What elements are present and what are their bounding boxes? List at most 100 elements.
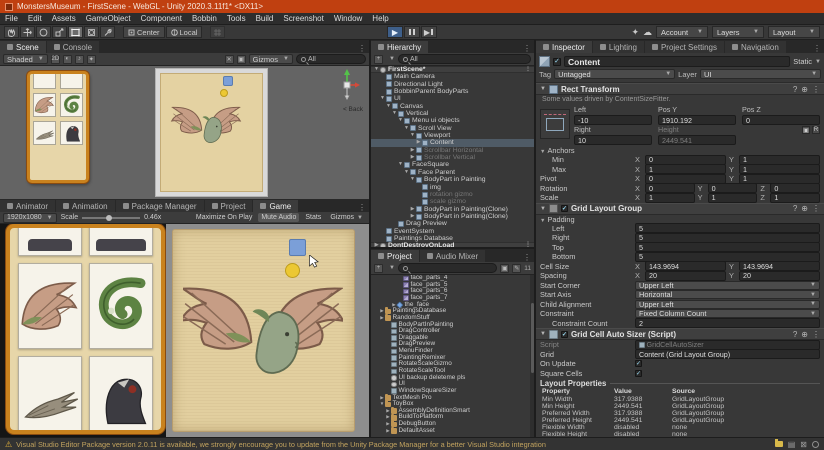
field-input-pos-z[interactable]: 0 [742, 115, 820, 125]
hierarchy-item-eventsystem[interactable]: EventSystem [371, 228, 534, 235]
expand-arrow-icon[interactable]: ▼ [397, 117, 404, 124]
project-item-paintingremixer[interactable]: PaintingRemixer [371, 354, 534, 362]
expand-arrow-icon[interactable]: ▶ [409, 147, 416, 154]
field-input-left[interactable]: -10 [574, 115, 652, 125]
collab-flare-icon[interactable]: ✦ [631, 27, 639, 38]
hierarchy-item-scrollbar-vertical[interactable]: ▶ Scrollbar Vertical [371, 154, 534, 161]
hierarchy-item-bobbinparent-bodyparts[interactable]: BobbinParent BodyParts [371, 88, 534, 95]
move-tool-button[interactable] [20, 26, 35, 38]
project-item-buildtoplatform[interactable]: ▶ BuildToPlatform [371, 413, 534, 421]
grid-snap-button[interactable] [210, 26, 226, 38]
scene-tile-wing[interactable] [33, 93, 56, 117]
scene-options-icon[interactable]: ⋮ [525, 66, 534, 73]
tab-project[interactable]: Project [371, 250, 419, 262]
layers-dropdown[interactable]: Layers ▼ [712, 26, 764, 38]
scale-tool-button[interactable] [52, 26, 67, 38]
rt-rotation-x-input[interactable]: 0 [645, 183, 695, 194]
create-asset-caret-icon[interactable]: ▼ [389, 265, 395, 271]
mute-audio-button[interactable]: Mute Audio [258, 213, 300, 222]
project-scrollbar[interactable] [530, 275, 534, 437]
scene-tile-cut[interactable] [33, 74, 56, 89]
scene-lighting-icon[interactable]: ◐ [62, 54, 72, 64]
status-bar[interactable]: ⚠ Visual Studio Editor Package version 2… [0, 437, 824, 450]
play-button[interactable]: ▶ [387, 26, 403, 38]
scene-back-button[interactable]: < Back [343, 106, 363, 113]
package-visibility-icon[interactable]: ▣ [500, 263, 510, 273]
step-button[interactable]: ▶ [421, 26, 437, 38]
project-item-rotatescalegizmo[interactable]: RotateScaleGizmo [371, 361, 534, 368]
project-item-dragcontroller[interactable]: DragController [371, 328, 534, 335]
hierarchy-item-vertical[interactable]: ▼ Vertical [371, 110, 534, 117]
scene-canvas-painting[interactable] [160, 73, 263, 192]
hierarchy-item-scrollbar-horizontal[interactable]: ▶ Scrollbar Horizontal [371, 147, 534, 154]
shading-mode-dropdown[interactable]: Shaded ▼ [3, 54, 48, 64]
scene-yellow-circle-button[interactable] [220, 89, 228, 97]
expand-arrow-icon[interactable]: ▶ [373, 242, 380, 247]
scale-slider-knob[interactable] [106, 214, 113, 221]
expand-arrow-icon[interactable]: ▼ [403, 169, 410, 176]
hierarchy-item-content[interactable]: ▶ Content [371, 139, 534, 147]
project-item-bodypartinpainting[interactable]: BodyPartInPainting [371, 321, 534, 328]
help-icon[interactable]: ? [793, 330, 797, 339]
tab-hierarchy[interactable]: Hierarchy [371, 41, 429, 53]
scene-tile-claw[interactable] [33, 121, 56, 145]
rt-scale-x-input[interactable]: 1 [645, 192, 695, 203]
scene-viewport[interactable]: < Back [0, 66, 369, 199]
resolution-dropdown[interactable]: 1920x1080 ▼ [3, 212, 57, 223]
project-item-debugbutton[interactable]: ▶ DebugButton [371, 420, 534, 428]
expand-arrow-icon[interactable]: ▼ [397, 161, 404, 168]
hierarchy-item-directional-light[interactable]: Directional Light [371, 81, 534, 88]
anchors-section-label[interactable]: ▼ Anchors [536, 146, 824, 155]
rt-pivot-y-input[interactable]: 1 [739, 173, 820, 184]
scene-menu-painting[interactable] [27, 71, 89, 183]
create-object-caret-icon[interactable]: ▼ [389, 56, 395, 62]
tab-inspector[interactable]: Inspector [536, 41, 592, 53]
maximize-on-play-button[interactable]: Maximize On Play [193, 213, 255, 222]
project-search[interactable] [397, 263, 498, 273]
game-viewport[interactable] [0, 224, 369, 437]
field-input-right[interactable]: 10 [574, 135, 652, 145]
rt-scale-y-input[interactable]: 1 [707, 192, 758, 203]
project-search-input[interactable] [409, 264, 493, 272]
stats-button[interactable]: Stats [302, 213, 324, 222]
scale-slider[interactable] [82, 214, 141, 221]
tab-project-settings[interactable]: Project Settings [644, 41, 724, 53]
component-menu-icon[interactable]: ⋮ [812, 330, 820, 339]
menu-edit[interactable]: Edit [23, 14, 47, 23]
scene-tile-curl[interactable] [60, 93, 83, 117]
scene-tile-cut[interactable] [60, 74, 83, 89]
cell-size-x-input[interactable]: 143.9694 [645, 261, 726, 272]
help-icon[interactable]: ? [793, 85, 797, 94]
scene-search-input[interactable] [308, 55, 361, 63]
rt-max-y-input[interactable]: 1 [739, 164, 820, 175]
tab-menu-icon[interactable]: ⋮ [355, 203, 369, 212]
menu-bobbin[interactable]: Bobbin [187, 14, 222, 23]
scrollbar-thumb[interactable] [530, 303, 534, 373]
help-icon[interactable]: ? [793, 204, 797, 213]
presets-icon[interactable]: ⊕ [801, 85, 808, 94]
menu-build[interactable]: Build [251, 14, 279, 23]
camera-view-icon[interactable]: ▣ [236, 54, 246, 64]
hierarchy-item-scale-gizmo[interactable]: scale gizmo [371, 198, 534, 205]
expand-arrow-icon[interactable]: ▶ [415, 139, 422, 146]
on-update-checkbox[interactable]: ✓ [635, 360, 642, 368]
project-item-defaultasset[interactable]: ▶ DefaultAsset [371, 426, 534, 435]
transform-tool-button[interactable] [84, 26, 99, 38]
hierarchy-item-rotation-gizmo[interactable]: rotation gizmo [371, 191, 534, 198]
hierarchy-item-main-camera[interactable]: Main Camera [371, 73, 534, 80]
game-canvas-painting[interactable] [172, 229, 355, 432]
tab-game[interactable]: Game [253, 200, 299, 212]
expand-arrow-icon[interactable]: ▼ [373, 66, 380, 73]
spacing-y-input[interactable]: 20 [739, 270, 820, 281]
gameobject-name-field[interactable]: Content [564, 56, 791, 67]
start-axis-dropdown[interactable]: Horizontal ▼ [635, 290, 820, 300]
tab-lighting[interactable]: Lighting [592, 41, 644, 53]
script-object-field[interactable]: GridCellAutoSizer [635, 339, 820, 350]
tab-menu-icon[interactable]: ⋮ [810, 44, 824, 53]
static-dropdown[interactable]: Static ▼ [793, 57, 821, 66]
edit-asset-icon[interactable]: ✎ [512, 263, 522, 273]
active-checkbox[interactable]: ✓ [553, 57, 561, 66]
2d-toggle-button[interactable]: 2D [50, 54, 60, 64]
tool-settings-icon[interactable]: ✕ [224, 54, 234, 64]
cell-size-y-input[interactable]: 143.9694 [739, 261, 820, 272]
